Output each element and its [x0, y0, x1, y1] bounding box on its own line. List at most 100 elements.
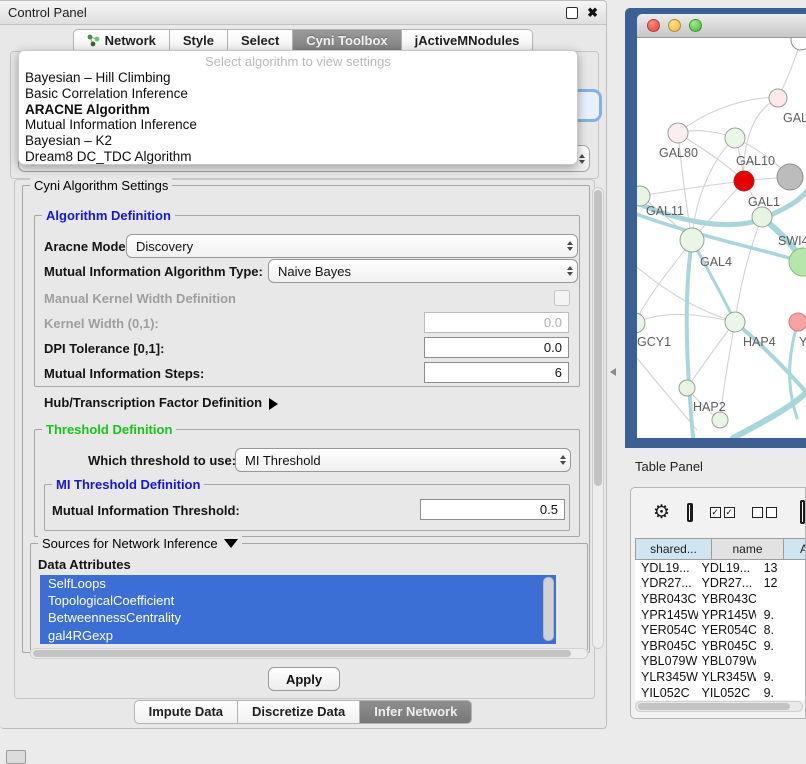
- table-row[interactable]: YBR043CYBR043C: [635, 591, 805, 607]
- table-row[interactable]: YBR045CYBR045C9.: [635, 638, 805, 654]
- node-label: GCY1: [637, 335, 671, 349]
- hub-definition-toggle[interactable]: Hub/Transcription Factor Definition: [44, 395, 284, 410]
- node-label: HAP2: [693, 400, 726, 414]
- dpi-tolerance-field[interactable]: 0.0: [424, 337, 569, 358]
- table-panel-window: ⚙ ✓✓ shared... name A YDL19...YDL19...13…: [630, 487, 806, 719]
- group-title: MI Threshold Definition: [52, 477, 204, 492]
- mi-steps-label: Mutual Information Steps:: [44, 366, 204, 381]
- attribute-item-selected[interactable]: SelfLoops: [40, 575, 556, 592]
- settings-vertical-scrollbar[interactable]: [592, 187, 604, 649]
- aracne-mode-combo[interactable]: Discovery: [126, 234, 578, 258]
- combo-arrows-icon: [579, 151, 585, 167]
- node-gal80[interactable]: [668, 123, 688, 143]
- node-label: SWI4: [778, 234, 806, 248]
- float-window-icon[interactable]: [566, 7, 578, 19]
- column-layout-icon[interactable]: [687, 503, 693, 522]
- tab-infer-network[interactable]: Infer Network: [360, 700, 472, 724]
- which-threshold-combo[interactable]: MI Threshold: [235, 448, 571, 472]
- group-title: Algorithm Definition: [42, 208, 175, 223]
- node-label: GAL80: [659, 146, 698, 160]
- table-row[interactable]: YDL19...YDL19...13: [635, 560, 805, 576]
- table-rows: YDL19...YDL19...13 YDR27...YDR27...12 YB…: [635, 560, 805, 700]
- bottom-tabs: Impute Data Discretize Data Infer Networ…: [0, 700, 606, 724]
- table-row[interactable]: YLR345WYLR345W9.: [635, 669, 805, 685]
- attribute-item-selected[interactable]: gal4RGexp: [40, 627, 556, 644]
- algorithm-dropdown-popup: Select algorithm to view settings Bayesi…: [18, 50, 578, 165]
- tab-impute-data[interactable]: Impute Data: [134, 700, 238, 724]
- manual-kernel-checkbox[interactable]: [554, 290, 570, 306]
- node-gal1-selected[interactable]: [734, 171, 754, 191]
- close-traffic-light-icon[interactable]: [647, 19, 660, 32]
- node-gal10[interactable]: [725, 128, 745, 148]
- deselect-all-icon[interactable]: [752, 507, 777, 518]
- algorithm-option[interactable]: Bayesian – K2: [19, 133, 577, 149]
- select-all-icon[interactable]: ✓✓: [710, 507, 735, 518]
- settings-horizontal-scrollbar[interactable]: [30, 648, 588, 659]
- node-label: GAL11: [646, 204, 684, 218]
- algorithm-option[interactable]: Bayesian – Hill Climbing: [19, 70, 577, 86]
- node[interactable]: [712, 412, 728, 428]
- network-canvas[interactable]: GAL GAL80 GAL10 GAL1 GAL11 SWI4 GAL4 GCY…: [637, 38, 806, 438]
- document-icon[interactable]: [800, 500, 805, 524]
- control-panel-window: Control Panel ✖ Network Style Select Cyn…: [0, 0, 607, 729]
- mi-type-combo[interactable]: Naive Bayes: [268, 259, 578, 283]
- table-row[interactable]: YDR27...YDR27...12: [635, 576, 805, 592]
- algorithm-option-selected[interactable]: ARACNE Algorithm: [19, 102, 577, 118]
- mi-threshold-field[interactable]: 0.5: [420, 499, 565, 520]
- aracne-mode-label: Aracne Mode:: [44, 239, 130, 254]
- list-scrollbar[interactable]: [543, 577, 554, 641]
- mi-steps-field[interactable]: 6: [424, 362, 569, 383]
- kernel-width-field[interactable]: 0.0: [424, 312, 569, 333]
- node[interactable]: [769, 89, 787, 107]
- window-title: Control Panel: [8, 5, 87, 20]
- tab-discretize-data[interactable]: Discretize Data: [238, 700, 360, 724]
- table-row[interactable]: YER054CYER054C8.: [635, 622, 805, 638]
- node-gal11[interactable]: [637, 186, 650, 206]
- node-swi4[interactable]: [752, 207, 772, 227]
- dpi-tolerance-label: DPI Tolerance [0,1]:: [44, 341, 164, 356]
- network-node-labels: GAL GAL80 GAL10 GAL1 GAL11 SWI4 GAL4 GCY…: [637, 111, 806, 414]
- network-icon: [87, 34, 100, 47]
- gear-icon[interactable]: ⚙: [653, 503, 670, 522]
- zoom-traffic-light-icon[interactable]: [689, 19, 702, 32]
- node-label: GAL1: [748, 195, 780, 209]
- node-hap2[interactable]: [679, 380, 695, 396]
- table-row[interactable]: YPR145WYPR145W9.: [635, 607, 805, 623]
- attribute-item-selected[interactable]: TopologicalCoefficient: [40, 592, 556, 609]
- table-toolbar: ⚙ ✓✓: [631, 494, 805, 530]
- which-threshold-label: Which threshold to use:: [88, 453, 236, 468]
- attribute-item-selected[interactable]: BetweennessCentrality: [40, 609, 556, 626]
- minimize-traffic-light-icon[interactable]: [668, 19, 681, 32]
- algorithm-option[interactable]: Mutual Information Inference: [19, 117, 577, 133]
- node-gal4[interactable]: [680, 228, 704, 252]
- node[interactable]: [777, 164, 803, 190]
- column-header-shared[interactable]: shared...: [635, 538, 712, 560]
- kernel-width-label: Kernel Width (0,1):: [44, 316, 159, 331]
- column-header-name[interactable]: name: [712, 538, 784, 560]
- node-label: Y: [799, 335, 806, 349]
- algorithm-option[interactable]: Basic Correlation Inference: [19, 86, 577, 102]
- table-row[interactable]: YBL079WYBL079W: [635, 654, 805, 670]
- expanded-arrow-icon: [224, 539, 238, 555]
- node[interactable]: [789, 248, 806, 276]
- node-label: GAL: [783, 111, 806, 125]
- node-hap4[interactable]: [725, 312, 745, 332]
- sources-toggle[interactable]: Sources for Network Inference: [38, 536, 242, 555]
- mi-threshold-label: Mutual Information Threshold:: [52, 503, 240, 518]
- control-panel-titlebar: Control Panel ✖: [0, 1, 606, 25]
- algorithm-option[interactable]: Dream8 DC_TDC Algorithm: [19, 149, 577, 165]
- apply-button[interactable]: Apply: [268, 667, 340, 691]
- column-header-partial[interactable]: A: [784, 538, 806, 560]
- popup-placeholder: Select algorithm to view settings: [19, 53, 577, 70]
- combo-arrows-icon: [560, 452, 566, 468]
- table-row[interactable]: YIL052CYIL052C9.: [635, 685, 805, 701]
- data-attributes-list: SelfLoops TopologicalCoefficient Between…: [40, 575, 556, 644]
- close-icon[interactable]: ✖: [587, 8, 598, 18]
- node-gcy1[interactable]: [637, 313, 645, 333]
- network-window-titlebar[interactable]: [637, 14, 806, 38]
- node[interactable]: [789, 313, 806, 331]
- node[interactable]: [791, 38, 806, 50]
- split-pane-grip[interactable]: [606, 368, 616, 376]
- table-horizontal-scrollbar[interactable]: [635, 701, 803, 712]
- combo-arrows-icon: [567, 238, 573, 254]
